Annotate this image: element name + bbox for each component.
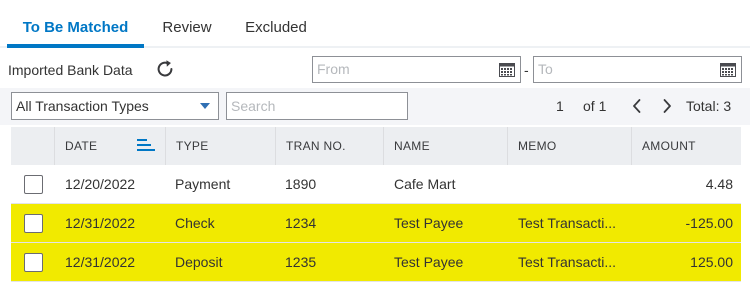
to-date-placeholder: To: [538, 61, 553, 77]
header-tran-no-label: TRAN NO.: [286, 139, 346, 153]
cell-memo: Test Transacti...: [518, 254, 617, 270]
cell-amount: 125.00: [690, 254, 733, 270]
cell-tran-no: 1234: [285, 215, 317, 231]
cell-amount: 4.48: [705, 176, 733, 192]
transaction-type-value: All Transaction Types: [16, 98, 149, 114]
search-input[interactable]: [226, 92, 408, 120]
cell-amount: -125.00: [685, 215, 733, 231]
cell-type: Payment: [175, 176, 231, 192]
table-row[interactable]: 12/31/2022 Deposit 1235 Test Payee Test …: [11, 243, 741, 281]
imported-bank-data-label: Imported Bank Data: [8, 62, 133, 78]
row-checkbox[interactable]: [24, 253, 43, 272]
table-row[interactable]: 12/20/2022 Payment 1890 Cafe Mart 4.48: [11, 165, 741, 203]
row-checkbox[interactable]: [24, 175, 43, 194]
from-date-field[interactable]: From: [312, 56, 521, 83]
row-divider: [11, 281, 741, 282]
header-amount-label: AMOUNT: [642, 139, 696, 153]
refresh-icon[interactable]: [154, 58, 176, 80]
chevron-right-icon[interactable]: [660, 97, 674, 115]
transaction-type-select[interactable]: All Transaction Types: [11, 92, 219, 120]
row-checkbox[interactable]: [24, 214, 43, 233]
cell-tran-no: 1235: [285, 254, 317, 270]
cell-date: 12/31/2022: [65, 215, 136, 231]
cell-type: Check: [175, 215, 215, 231]
header-type-label: TYPE: [176, 139, 209, 153]
cell-date: 12/31/2022: [65, 254, 136, 270]
pager-current-page: 1: [556, 98, 564, 114]
sort-descending-icon[interactable]: [137, 138, 155, 152]
cell-tran-no: 1890: [285, 176, 317, 192]
header-amount[interactable]: AMOUNT: [631, 127, 741, 165]
tab-to-be-matched[interactable]: To Be Matched: [7, 0, 144, 48]
pager-total-count: Total: 3: [686, 98, 732, 114]
cell-memo: [518, 165, 630, 203]
header-type[interactable]: TYPE: [165, 127, 275, 165]
calendar-icon[interactable]: [499, 62, 515, 77]
tab-excluded[interactable]: Excluded: [236, 0, 316, 48]
header-select-column: [11, 127, 54, 165]
cell-type: Deposit: [175, 254, 223, 270]
to-date-field[interactable]: To: [533, 56, 742, 83]
header-name-label: NAME: [394, 139, 430, 153]
header-name[interactable]: NAME: [383, 127, 507, 165]
cell-name: Cafe Mart: [394, 176, 456, 192]
cell-name: Test Payee: [394, 254, 464, 270]
tab-bar: To Be Matched Review Excluded: [0, 0, 750, 48]
cell-date: 12/20/2022: [65, 176, 136, 192]
from-date-placeholder: From: [317, 61, 350, 77]
header-memo[interactable]: MEMO: [507, 127, 631, 165]
date-range-separator: -: [524, 62, 529, 78]
cell-name: Test Payee: [394, 215, 464, 231]
table-header: DATE TYPE TRAN NO. NAME MEMO AMOUNT: [11, 127, 741, 165]
tab-review[interactable]: Review: [152, 0, 222, 48]
header-memo-label: MEMO: [518, 139, 557, 153]
calendar-icon[interactable]: [720, 62, 736, 77]
header-tran-no[interactable]: TRAN NO.: [275, 127, 385, 165]
header-date-label: DATE: [65, 139, 98, 153]
table-row[interactable]: 12/31/2022 Check 1234 Test Payee Test Tr…: [11, 204, 741, 242]
cell-memo: Test Transacti...: [518, 215, 617, 231]
chevron-left-icon[interactable]: [630, 97, 644, 115]
caret-down-icon: [200, 103, 210, 109]
active-tab-indicator: [7, 44, 144, 48]
pager-total-pages: of 1: [583, 98, 607, 114]
